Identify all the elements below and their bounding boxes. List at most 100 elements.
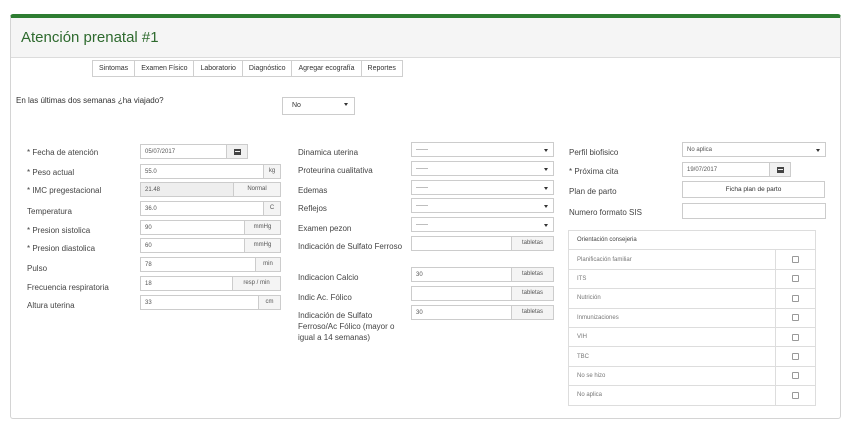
- reflejos-value: ------: [416, 203, 428, 209]
- sulfato-folico-unit: tabletas: [511, 305, 554, 320]
- orientacion-item-label: VIH: [568, 326, 776, 348]
- tbc-checkbox[interactable]: [792, 353, 799, 360]
- its-checkbox[interactable]: [792, 275, 799, 283]
- table-row: Nutrición: [568, 288, 816, 309]
- sistolica-unit: mmHg: [244, 220, 281, 235]
- proxima-cita-input[interactable]: 19/07/2017: [682, 162, 770, 177]
- sistolica-input[interactable]: 90: [140, 220, 245, 235]
- fecha-atencion-input[interactable]: 05/07/2017: [140, 144, 227, 159]
- inmunizaciones-checkbox[interactable]: [792, 314, 799, 322]
- tab-laboratorio[interactable]: Laboratorio: [194, 60, 243, 77]
- vih-checkbox[interactable]: [792, 333, 799, 341]
- chevron-down-icon: [544, 149, 548, 152]
- folico-input[interactable]: [411, 286, 512, 301]
- nutricion-checkbox[interactable]: [792, 294, 799, 302]
- ficha-plan-parto-button[interactable]: Ficha plan de parto: [682, 181, 825, 198]
- no-aplica-checkbox[interactable]: [792, 391, 799, 399]
- dinamica-value: ------: [416, 147, 428, 153]
- diastolica-label: * Presion diastolica: [27, 244, 96, 253]
- travel-select[interactable]: No: [282, 97, 355, 115]
- tab-reportes[interactable]: Reportes: [361, 60, 403, 77]
- imc-input: 21.48: [140, 182, 234, 197]
- table-row: No aplica: [568, 385, 816, 406]
- table-row: Inmunizaciones: [568, 307, 816, 328]
- orientacion-item-label: Inmunizaciones: [568, 307, 776, 328]
- tab-agregar-ecografia[interactable]: Agregar ecografía: [292, 60, 362, 77]
- page-title: Atención prenatal #1: [21, 29, 159, 46]
- temperatura-unit: C: [263, 201, 281, 216]
- diastolica-input[interactable]: 60: [140, 238, 245, 253]
- chevron-down-icon: [544, 205, 548, 208]
- peso-label: * Peso actual: [27, 168, 75, 177]
- perfil-label: Perfil biofisico: [569, 148, 619, 157]
- sulfato-folico-input[interactable]: 30: [411, 305, 512, 320]
- frecuencia-unit: resp / min: [232, 276, 281, 291]
- planificacion-checkbox[interactable]: [792, 256, 799, 264]
- sistolica-label: * Presion sistolica: [27, 226, 91, 235]
- pulso-label: Pulso: [27, 264, 48, 273]
- edemas-label: Edemas: [298, 186, 328, 195]
- perfil-select[interactable]: No aplica: [682, 142, 826, 157]
- frecuencia-input[interactable]: 18: [140, 276, 233, 291]
- orientacion-item-label: Nutrición: [568, 288, 776, 309]
- calcio-label: Indicacion Calcio: [298, 273, 359, 282]
- proteinuria-select[interactable]: ------: [411, 161, 554, 176]
- tab-diagnostico[interactable]: Diagnóstico: [242, 60, 293, 77]
- travel-select-value: No: [292, 102, 301, 109]
- pezon-label: Examen pezon: [298, 224, 352, 233]
- table-row: ITS: [568, 268, 816, 290]
- chevron-down-icon: [544, 224, 548, 227]
- proxima-cita-label: * Próxima cita: [569, 167, 619, 176]
- altura-input[interactable]: 33: [140, 295, 259, 310]
- orientacion-item-label: Planificación familiar: [568, 249, 776, 270]
- diastolica-unit: mmHg: [244, 238, 281, 253]
- orientacion-table: Orientación consejeria Planificación fam…: [568, 229, 816, 406]
- panel-header: Atención prenatal #1: [11, 18, 840, 58]
- folico-unit: tabletas: [511, 286, 554, 301]
- calendar-icon: [777, 167, 784, 173]
- edemas-select[interactable]: ------: [411, 180, 554, 195]
- table-row: Planificación familiar: [568, 249, 816, 270]
- pezon-select[interactable]: ------: [411, 217, 554, 232]
- fecha-atencion-calendar-button[interactable]: [226, 144, 248, 159]
- temperatura-input[interactable]: 36.0: [140, 201, 264, 216]
- no-se-hizo-checkbox[interactable]: [792, 372, 799, 380]
- calcio-input[interactable]: 30: [411, 267, 512, 282]
- table-row: VIH: [568, 326, 816, 348]
- plan-parto-label: Plan de parto: [569, 187, 617, 196]
- pulso-unit: min: [255, 257, 281, 272]
- edemas-value: ------: [416, 185, 428, 191]
- imc-category: Normal: [233, 182, 281, 197]
- travel-question-label: En las últimas dos semanas ¿ha viajado?: [16, 96, 164, 105]
- reflejos-select[interactable]: ------: [411, 198, 554, 213]
- dinamica-select[interactable]: ------: [411, 142, 554, 157]
- altura-label: Altura uterina: [27, 301, 75, 310]
- tab-sintomas[interactable]: Sintomas: [92, 60, 136, 77]
- sulfato-input[interactable]: [411, 236, 512, 251]
- orientacion-header: Orientación consejeria: [568, 229, 816, 251]
- orientacion-item-label: TBC: [568, 346, 776, 367]
- pulso-input[interactable]: 78: [140, 257, 256, 272]
- sis-input[interactable]: [682, 203, 826, 219]
- orientacion-header-row: Orientación consejeria: [568, 229, 816, 251]
- chevron-down-icon: [816, 149, 820, 152]
- tab-examen-fisico[interactable]: Examen Físico: [135, 60, 195, 77]
- reflejos-label: Reflejos: [298, 204, 327, 213]
- sis-label: Numero formato SIS: [569, 208, 642, 217]
- proxima-cita-calendar-button[interactable]: [769, 162, 791, 177]
- sulfato-folico-label: Indicación de Sulfato Ferroso/Ac Fólico …: [298, 311, 395, 342]
- chevron-down-icon: [344, 103, 348, 106]
- chevron-down-icon: [544, 187, 548, 190]
- proteinuria-value: ------: [416, 166, 428, 172]
- peso-input[interactable]: 55.0: [140, 164, 264, 179]
- chevron-down-icon: [544, 168, 548, 171]
- pezon-value: ------: [416, 222, 428, 228]
- temperatura-label: Temperatura: [27, 207, 72, 216]
- folico-label: Indic Ac. Fólico: [298, 293, 352, 302]
- peso-unit: kg: [263, 164, 281, 179]
- altura-unit: cm: [258, 295, 281, 310]
- sulfato-unit: tabletas: [511, 236, 554, 251]
- proteinuria-label: Proteurina cualitativa: [298, 166, 373, 175]
- fecha-atencion-label: * Fecha de atención: [27, 148, 99, 157]
- calendar-icon: [234, 149, 241, 155]
